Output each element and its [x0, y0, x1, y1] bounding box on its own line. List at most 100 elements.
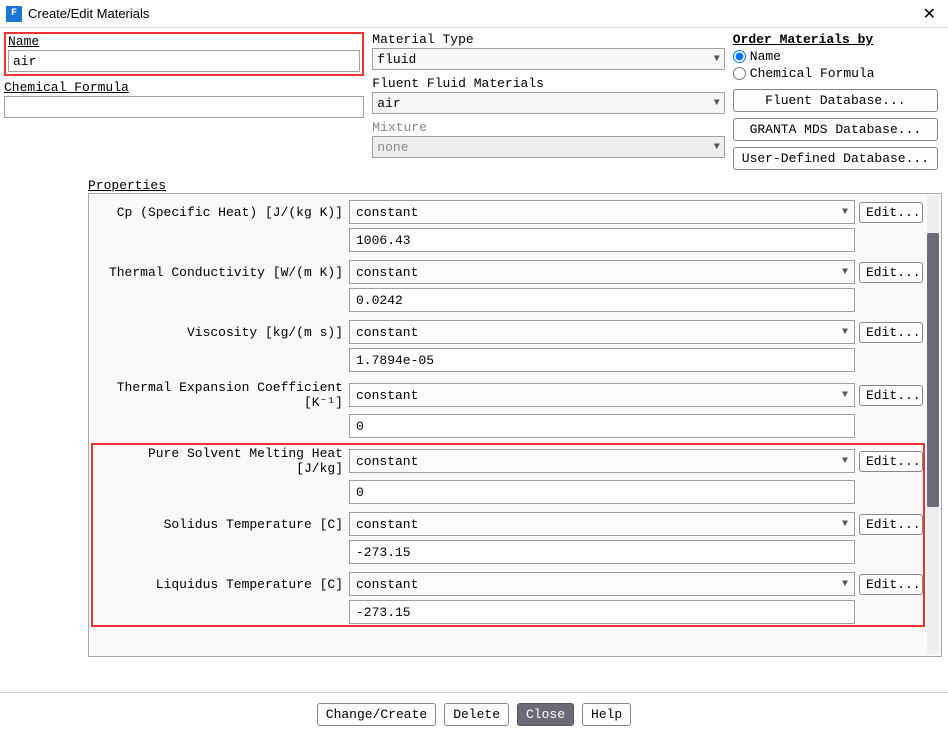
chevron-down-icon: ▼	[714, 98, 720, 109]
properties-box: Cp (Specific Heat) [J/(kg K)] constant ▼ Ed…	[88, 193, 942, 657]
property-label: Solidus Temperature [C]	[95, 517, 345, 532]
property-method-value: constant	[356, 325, 418, 340]
property-method-value: constant	[356, 388, 418, 403]
chevron-down-icon: ▼	[714, 142, 720, 153]
property-label: Liquidus Temperature [C]	[95, 577, 345, 592]
property-row: Thermal Expansion Coefficient [K⁻¹]const…	[95, 380, 923, 410]
property-method-select[interactable]: constant ▼	[349, 572, 855, 596]
fluid-materials-label: Fluent Fluid Materials	[372, 76, 724, 91]
property-value-row	[95, 480, 923, 504]
titlebar: F Create/Edit Materials ✕	[0, 0, 948, 28]
property-row: Thermal Conductivity [W/(m K)] constant ▼ E…	[95, 260, 923, 284]
property-label: Viscosity [kg/(m s)]	[95, 325, 345, 340]
property-edit-button[interactable]: Edit...	[859, 574, 923, 595]
left-column: Name Chemical Formula	[4, 32, 364, 176]
user-database-button[interactable]: User-Defined Database...	[733, 147, 938, 170]
property-value-input[interactable]	[349, 414, 855, 438]
property-value-row	[95, 540, 923, 564]
window-title: Create/Edit Materials	[28, 6, 917, 21]
property-row: Pure Solvent Melting Heat [J/kg]constant…	[95, 446, 923, 476]
close-button[interactable]: Close	[517, 703, 574, 726]
property-method-select[interactable]: constant ▼	[349, 320, 855, 344]
property-value-input[interactable]	[349, 348, 855, 372]
property-value-row	[95, 288, 923, 312]
property-value-row	[95, 348, 923, 372]
properties-title: Properties	[88, 178, 942, 193]
property-method-select[interactable]: constant ▼	[349, 200, 855, 224]
change-create-button[interactable]: Change/Create	[317, 703, 436, 726]
property-method-select[interactable]: constant ▼	[349, 260, 855, 284]
property-edit-button[interactable]: Edit...	[859, 262, 923, 283]
delete-button[interactable]: Delete	[444, 703, 509, 726]
order-by-formula-text: Chemical Formula	[750, 66, 875, 81]
scrollbar[interactable]	[927, 196, 939, 654]
property-value-row	[95, 600, 923, 624]
properties-section: Properties Cp (Specific Heat) [J/(kg K)]…	[88, 178, 942, 657]
chevron-down-icon: ▼	[842, 390, 848, 401]
property-edit-button[interactable]: Edit...	[859, 514, 923, 535]
order-by-name-radio[interactable]	[733, 50, 746, 63]
property-value-input[interactable]	[349, 540, 855, 564]
property-value-row	[95, 414, 923, 438]
name-highlight-box: Name	[4, 32, 364, 76]
property-value-input[interactable]	[349, 480, 855, 504]
top-panel: Name Chemical Formula Material Type flui…	[0, 28, 948, 176]
property-row: Solidus Temperature [C] constant ▼ Edit...	[95, 512, 923, 536]
chevron-down-icon: ▼	[714, 54, 720, 65]
chevron-down-icon: ▼	[842, 327, 848, 338]
chevron-down-icon: ▼	[842, 579, 848, 590]
property-method-select[interactable]: constant ▼	[349, 512, 855, 536]
property-value-input[interactable]	[349, 228, 855, 252]
order-by-name-row[interactable]: Name	[733, 49, 938, 64]
property-method-select[interactable]: constant ▼	[349, 449, 855, 473]
property-edit-button[interactable]: Edit...	[859, 322, 923, 343]
chevron-down-icon: ▼	[842, 456, 848, 467]
help-button[interactable]: Help	[582, 703, 631, 726]
fluid-materials-value: air	[377, 96, 400, 111]
property-edit-button[interactable]: Edit...	[859, 202, 923, 223]
material-type-value: fluid	[377, 52, 416, 67]
granta-database-button[interactable]: GRANTA MDS Database...	[733, 118, 938, 141]
property-method-value: constant	[356, 454, 418, 469]
bottom-bar: Change/Create Delete Close Help	[0, 692, 948, 736]
property-method-value: constant	[356, 205, 418, 220]
formula-input[interactable]	[4, 96, 364, 118]
property-label: Cp (Specific Heat) [J/(kg K)]	[95, 205, 345, 220]
property-method-value: constant	[356, 577, 418, 592]
chevron-down-icon: ▼	[842, 519, 848, 530]
property-label: Thermal Conductivity [W/(m K)]	[95, 265, 345, 280]
property-method-value: constant	[356, 517, 418, 532]
name-label: Name	[8, 34, 360, 49]
right-column: Order Materials by Name Chemical Formula…	[733, 32, 944, 176]
property-row: Cp (Specific Heat) [J/(kg K)] constant ▼ Ed…	[95, 200, 923, 224]
mid-column: Material Type fluid ▼ Fluent Fluid Mater…	[372, 32, 724, 176]
app-icon: F	[6, 6, 22, 22]
property-value-input[interactable]	[349, 288, 855, 312]
property-edit-button[interactable]: Edit...	[859, 385, 923, 406]
chevron-down-icon: ▼	[842, 207, 848, 218]
property-row: Viscosity [kg/(m s)] constant ▼ Edit...	[95, 320, 923, 344]
name-input[interactable]	[8, 50, 360, 72]
fluid-materials-select[interactable]: air ▼	[372, 92, 724, 114]
order-by-name-text: Name	[750, 49, 781, 64]
close-icon[interactable]: ✕	[917, 4, 942, 24]
order-by-formula-radio[interactable]	[733, 67, 746, 80]
property-edit-button[interactable]: Edit...	[859, 451, 923, 472]
order-by-label: Order Materials by	[733, 32, 938, 47]
property-value-row	[95, 228, 923, 252]
scroll-thumb[interactable]	[927, 233, 939, 508]
formula-label: Chemical Formula	[4, 80, 364, 95]
property-method-value: constant	[356, 265, 418, 280]
mixture-select: none ▼	[372, 136, 724, 158]
order-by-formula-row[interactable]: Chemical Formula	[733, 66, 938, 81]
property-label: Pure Solvent Melting Heat [J/kg]	[95, 446, 345, 476]
chevron-down-icon: ▼	[842, 267, 848, 278]
material-type-label: Material Type	[372, 32, 724, 47]
property-method-select[interactable]: constant ▼	[349, 383, 855, 407]
material-type-select[interactable]: fluid ▼	[372, 48, 724, 70]
property-label: Thermal Expansion Coefficient [K⁻¹]	[95, 380, 345, 410]
property-value-input[interactable]	[349, 600, 855, 624]
fluent-database-button[interactable]: Fluent Database...	[733, 89, 938, 112]
mixture-value: none	[377, 140, 408, 155]
property-row: Liquidus Temperature [C] constant ▼ Edit...	[95, 572, 923, 596]
